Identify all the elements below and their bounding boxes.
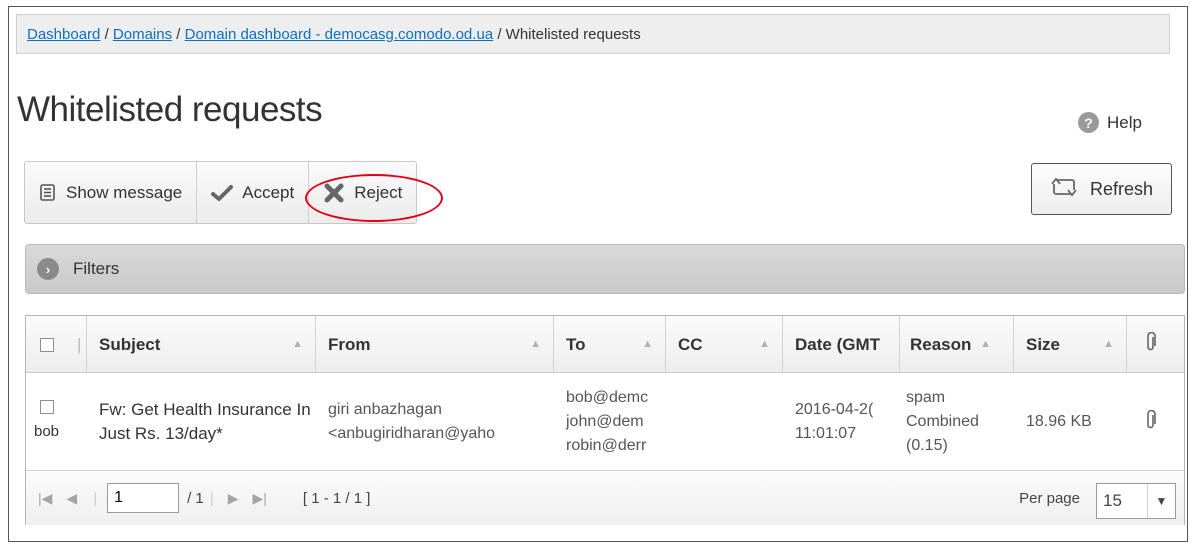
column-attachment[interactable] (1127, 316, 1184, 373)
date-value: 2016-04-2( (795, 401, 874, 418)
filters-panel[interactable]: › Filters (25, 244, 1185, 294)
help-label: Help (1107, 112, 1142, 132)
cell-size: 18.96 KB (1026, 413, 1092, 430)
to-recipient: robin@derr (566, 437, 647, 454)
reject-x-icon (323, 182, 345, 204)
reject-button[interactable]: Reject (305, 162, 444, 223)
breadcrumb-separator: / (497, 26, 502, 43)
sort-icon: ▲ (642, 338, 653, 350)
show-message-label: Show message (66, 182, 183, 202)
show-message-button[interactable]: Show message (25, 162, 198, 223)
sort-icon: ▲ (1103, 338, 1114, 350)
per-page-label: Per page (1019, 489, 1080, 507)
to-recipient: bob@demc (566, 389, 649, 406)
checkmark-icon (211, 184, 234, 202)
column-subject-label: Subject (99, 334, 161, 354)
page-count: / 1 (187, 489, 204, 507)
column-reason[interactable]: Reason ▲ (900, 316, 1014, 373)
column-size-label: Size (1026, 334, 1061, 354)
reason-line: spam (906, 389, 946, 406)
column-reason-label: Reason (910, 334, 972, 354)
column-cc-label: CC (678, 334, 703, 354)
table-row[interactable]: bob Fw: Get Health Insurance In Just Rs.… (26, 374, 1184, 470)
refresh-label: Refresh (1089, 178, 1154, 199)
chevron-down-icon: ▼ (1147, 484, 1175, 518)
select-all-cell: | (26, 316, 87, 373)
reason-line: Combined (906, 413, 979, 430)
pagination-bar: |◀ ◀ | / 1 | ▶ ▶| [ 1 - 1 / 1 ] Per page… (26, 470, 1184, 525)
row-user: bob (34, 423, 60, 440)
refresh-icon (1050, 175, 1078, 204)
column-from[interactable]: From ▲ (316, 316, 554, 373)
column-size[interactable]: Size ▲ (1014, 316, 1127, 373)
column-cc[interactable]: CC ▲ (666, 316, 783, 373)
message-icon (39, 183, 57, 202)
column-to[interactable]: To ▲ (554, 316, 666, 373)
reject-label: Reject (354, 182, 403, 202)
cell-date: 2016-04-2( 11:01:07 (783, 374, 900, 470)
time-value: 11:01:07 (795, 425, 857, 442)
to-recipient: john@dem (566, 413, 644, 430)
sort-icon: ▲ (759, 338, 770, 350)
sort-icon: ▲ (980, 338, 991, 350)
column-subject[interactable]: Subject ▲ (87, 316, 316, 373)
record-range: [ 1 - 1 / 1 ] (302, 489, 371, 507)
prev-page-icon[interactable]: ◀ (66, 490, 77, 507)
first-page-icon[interactable]: |◀ (38, 490, 52, 507)
paperclip-icon[interactable] (1145, 409, 1157, 435)
cell-cc (666, 374, 783, 470)
table-header: | Subject ▲ From ▲ To ▲ CC ▲ Date (GMT R… (26, 316, 1184, 373)
toolbar: Show message Accept Reject (24, 161, 444, 224)
accept-label: Accept (242, 182, 295, 202)
sort-icon: ▲ (530, 338, 541, 350)
per-page-value: 15 (1103, 491, 1122, 510)
from-name: giri anbazhagan (328, 401, 442, 418)
breadcrumb-domain-dashboard[interactable]: Domain dashboard - democasg.comodo.od.ua (185, 26, 494, 43)
refresh-button[interactable]: Refresh (1031, 163, 1172, 215)
pager-divider: | (93, 489, 98, 507)
chevron-right-icon: › (37, 258, 59, 280)
row-checkbox[interactable] (40, 400, 54, 414)
breadcrumb: Dashboard / Domains / Domain dashboard -… (16, 14, 1170, 54)
breadcrumb-current: Whitelisted requests (505, 26, 641, 43)
column-date-label: Date (GMT (795, 334, 880, 354)
column-from-label: From (328, 334, 371, 354)
cell-from: giri anbazhagan <anbugiridharan@yaho (316, 374, 554, 470)
from-email: <anbugiridharan@yaho (328, 425, 496, 442)
breadcrumb-dashboard[interactable]: Dashboard (27, 26, 100, 43)
page-title: Whitelisted requests (17, 90, 323, 129)
column-date[interactable]: Date (GMT (783, 316, 900, 373)
column-to-label: To (566, 334, 586, 354)
help-link[interactable]: ? Help (1078, 112, 1142, 133)
last-page-icon[interactable]: ▶| (252, 490, 266, 507)
column-divider-mark: | (77, 334, 82, 354)
breadcrumb-separator: / (104, 26, 109, 43)
sort-icon: ▲ (292, 338, 303, 350)
paperclip-icon (1145, 331, 1157, 357)
select-all-checkbox[interactable] (40, 337, 54, 352)
help-icon: ? (1078, 112, 1099, 133)
breadcrumb-separator: / (176, 26, 181, 43)
cell-reason: spam Combined (0.15) (900, 374, 1014, 470)
cell-attachment (1127, 374, 1184, 470)
per-page-select[interactable]: 15 ▼ (1096, 483, 1176, 519)
pager-divider: | (209, 489, 214, 507)
reason-line: (0.15) (906, 437, 948, 454)
page-number-input[interactable] (107, 483, 180, 513)
breadcrumb-domains[interactable]: Domains (113, 26, 172, 43)
accept-button[interactable]: Accept (197, 162, 310, 223)
cell-to: bob@demc john@dem robin@derr (554, 374, 666, 470)
cell-subject: Fw: Get Health Insurance In Just Rs. 13/… (99, 400, 311, 443)
requests-table: | Subject ▲ From ▲ To ▲ CC ▲ Date (GMT R… (25, 315, 1185, 525)
next-page-icon[interactable]: ▶ (228, 490, 239, 507)
filters-label: Filters (73, 259, 120, 278)
row-select-cell: bob (26, 374, 87, 470)
